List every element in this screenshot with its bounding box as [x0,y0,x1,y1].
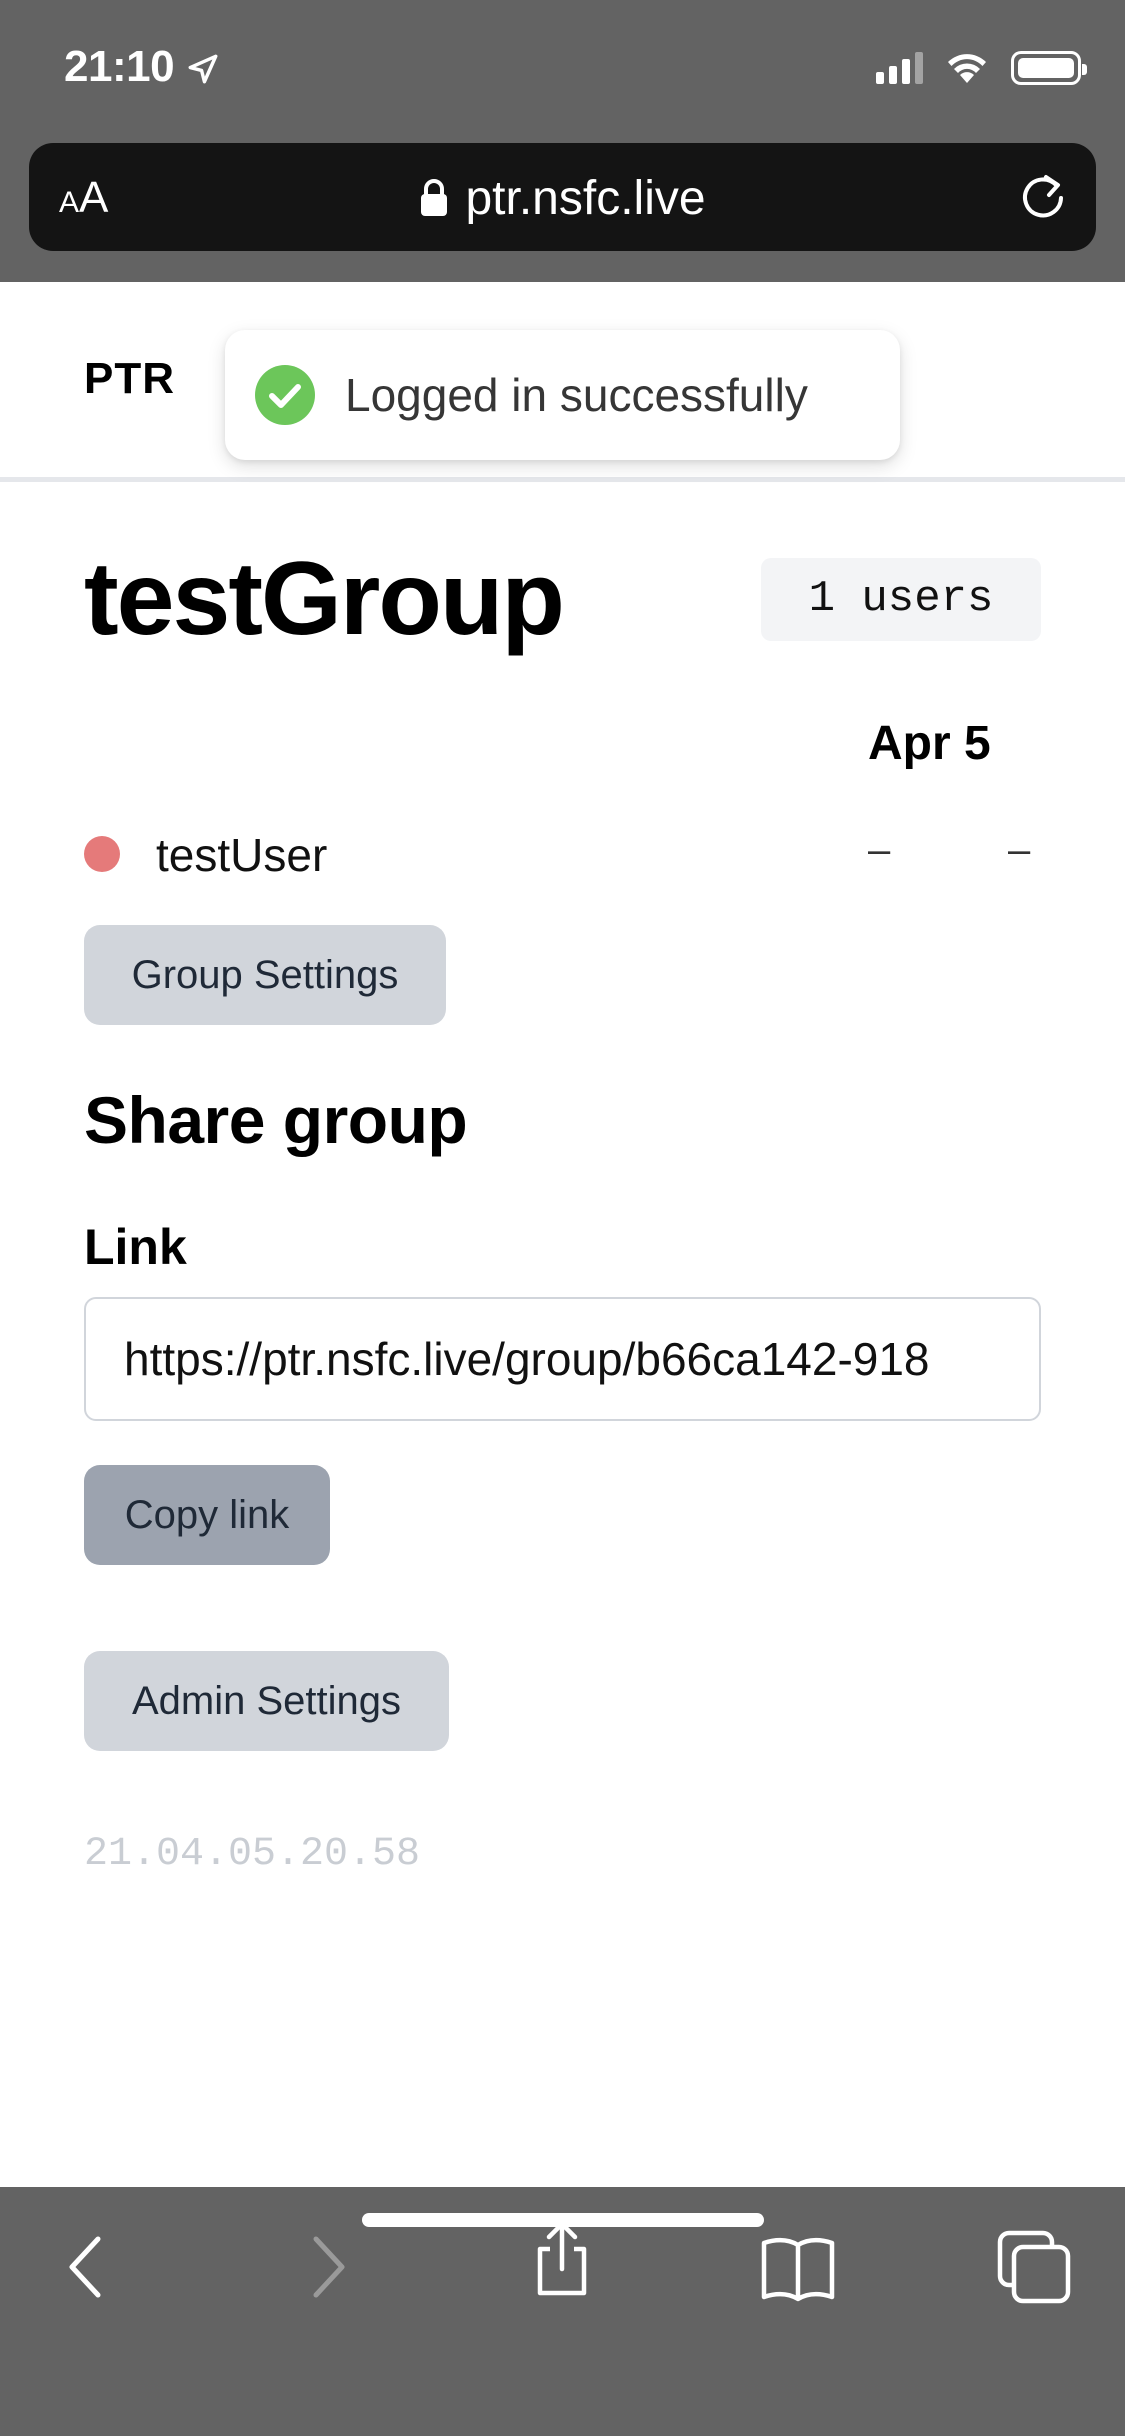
location-arrow-icon [188,54,218,84]
share-group-heading: Share group [84,1083,468,1157]
share-icon[interactable] [522,2219,602,2299]
cellular-signal-icon [876,52,923,84]
forward-icon[interactable] [288,2227,368,2307]
share-link-input[interactable] [84,1297,1041,1421]
users-count-badge: 1 users [761,558,1041,641]
tabs-icon[interactable] [994,2227,1074,2307]
admin-settings-button[interactable]: Admin Settings [84,1651,449,1751]
address-bar[interactable]: AA ptr.nsfc.live [29,143,1096,251]
url-text: ptr.nsfc.live [465,172,706,225]
version-label: 21.04.05.20.58 [84,1832,421,1877]
link-label: Link [84,1219,187,1275]
bookmarks-icon[interactable] [758,2227,838,2307]
status-time: 21:10 [64,42,175,91]
toast-message: Logged in successfully [345,369,808,421]
member-row: testUser – – [84,820,1044,890]
member-status-dot [84,836,120,872]
member-cell: – [868,828,891,872]
member-name: testUser [156,829,328,881]
home-indicator[interactable] [362,2213,764,2227]
member-cell: – [1008,828,1031,872]
group-settings-button[interactable]: Group Settings [84,925,446,1025]
lock-icon [421,179,448,216]
browser-top-chrome: 21:10 AA ptr.nsfc.live [0,0,1125,282]
wifi-icon [948,54,986,83]
back-icon[interactable] [46,2227,126,2307]
brand-logo[interactable]: PTR [84,354,175,404]
status-indicators [876,48,1087,88]
success-toast: Logged in successfully [225,330,900,460]
page-title: testGroup [84,541,565,657]
reload-icon[interactable] [1016,171,1070,225]
copy-link-button[interactable]: Copy link [84,1465,330,1565]
date-column-header: Apr 5 [868,717,991,770]
check-circle-icon [255,365,315,425]
battery-icon [1011,51,1087,85]
url-display[interactable]: ptr.nsfc.live [29,171,1096,226]
